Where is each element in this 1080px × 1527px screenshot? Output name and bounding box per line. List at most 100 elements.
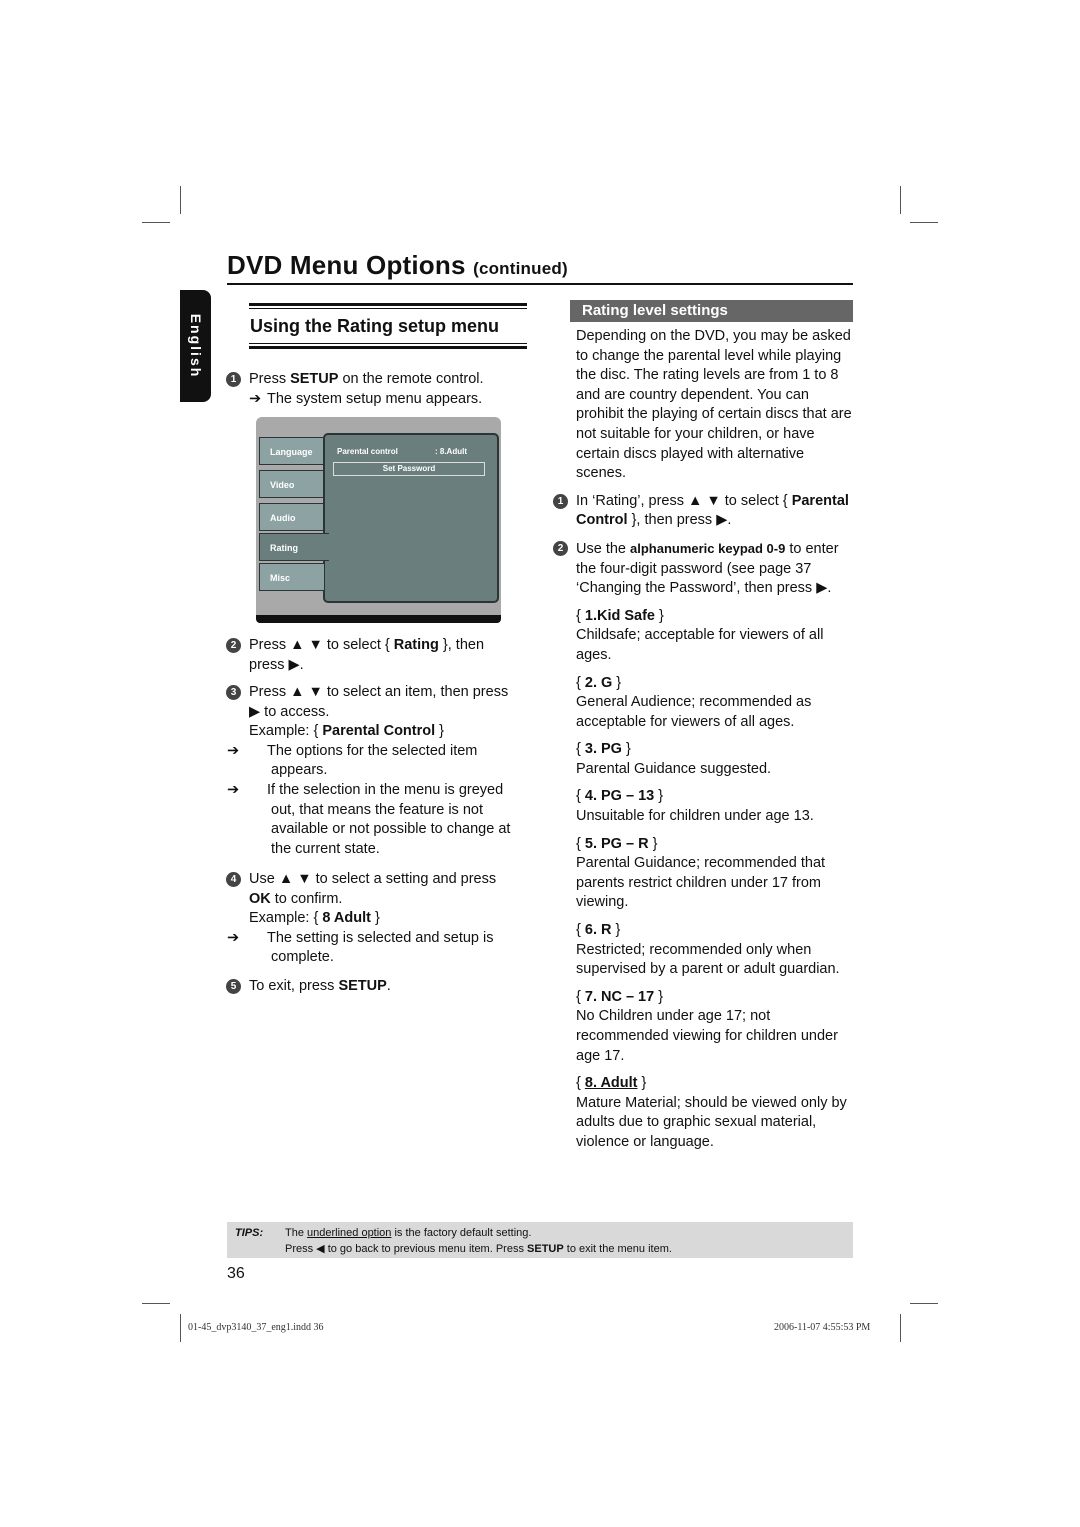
brace: { — [576, 988, 585, 1005]
step-text: Press SETUP on the remote control. — [249, 370, 484, 390]
menu-tab-rating: Rating — [259, 533, 329, 561]
brace: } — [611, 922, 621, 939]
section-header-rating-setup: Using the Rating setup menu — [249, 303, 527, 349]
brace: { — [576, 741, 585, 758]
crop-mark — [910, 1303, 938, 1304]
text: . — [386, 978, 391, 994]
step-1: 1 Press SETUP on the remote control. ➔ Th… — [226, 370, 484, 409]
rating-description: Restricted; recommended only when superv… — [576, 941, 840, 978]
crop-mark — [910, 222, 938, 223]
menu-tab-language: Language — [259, 437, 325, 465]
rating-label: { 4. PG – 13 } — [576, 787, 858, 807]
step-text: Press ▲ ▼ to select an item, then press — [249, 684, 509, 700]
arrow-right-icon: ➔ — [249, 390, 262, 407]
right-step-1: 1 In ‘Rating’, press ▲ ▼ to select { Par… — [553, 492, 858, 531]
rating-description: Parental Guidance suggested. — [576, 760, 772, 777]
step-number-icon: 4 — [226, 872, 241, 887]
step-result: ➔ If the selection in the menu is greyed … — [227, 781, 529, 859]
step-number-icon: 2 — [226, 638, 241, 653]
step-example: Example: { Parental Control } — [249, 722, 529, 742]
rating-description: Unsuitable for children under age 13. — [576, 808, 814, 825]
tips-line-1: The underlined option is the factory def… — [285, 1227, 531, 1239]
language-tab: English — [180, 290, 211, 402]
text: } — [435, 723, 445, 740]
rating-name: 4. PG – 13 — [584, 788, 655, 805]
brace: { — [576, 674, 585, 691]
rating-name: 1.Kid Safe — [584, 607, 655, 624]
rating-description: General Audience; recommended as accepta… — [576, 694, 812, 730]
rating-item: { 7. NC – 17 } No Children under age 17;… — [576, 988, 858, 1066]
text: on the remote control. — [338, 371, 484, 387]
intro-paragraph: Depending on the DVD, you may be asked t… — [576, 328, 852, 482]
section-title: Using the Rating setup menu — [250, 316, 500, 336]
crop-mark — [900, 1314, 901, 1342]
rating-item: { 5. PG – R } Parental Guidance; recomme… — [576, 835, 858, 913]
rating-item: { 2. G } General Audience; recommended a… — [576, 674, 858, 733]
step-text: To exit, press SETUP. — [249, 977, 391, 997]
key-name: SETUP — [338, 978, 387, 994]
menu-panel: Parental control : 8.Adult Set Password — [323, 433, 499, 603]
text: }, then press ▶. — [627, 512, 732, 529]
brace: } — [654, 607, 664, 624]
menu-tab-audio: Audio — [259, 503, 325, 531]
rating-label: { 7. NC – 17 } — [576, 988, 858, 1008]
text: The setting is selected and setup is com… — [267, 929, 494, 966]
brace: } — [648, 835, 658, 852]
rating-name: 3. PG — [584, 741, 622, 758]
step-3: 3 Press ▲ ▼ to select an item, then pres… — [226, 683, 529, 859]
menu-tab-misc: Misc — [259, 563, 325, 591]
text: The options for the selected item appear… — [267, 742, 478, 779]
rating-item: { 3. PG } Parental Guidance suggested. — [576, 740, 858, 779]
brace: { — [576, 1075, 585, 1092]
crop-mark — [142, 222, 170, 223]
page-title-text: DVD Menu Options — [227, 250, 466, 280]
rating-name: 7. NC – 17 — [584, 988, 655, 1005]
rating-label: { 5. PG – R } — [576, 835, 858, 855]
set-password-button: Set Password — [333, 462, 485, 476]
menu-item-name: Rating — [393, 637, 439, 653]
setup-menu-screenshot: Language Video Audio Parental control : … — [256, 417, 501, 623]
crop-mark — [180, 186, 181, 214]
text: If the selection in the menu is greyed o… — [267, 781, 511, 857]
rating-item: { 6. R } Restricted; recommended only wh… — [576, 921, 858, 980]
example-value: Parental Control — [322, 723, 436, 740]
brace: { — [576, 922, 585, 939]
example-value: 8 Adult — [322, 910, 371, 927]
rating-name: 6. R — [584, 922, 612, 939]
rating-name: 5. PG – R — [584, 835, 649, 852]
brace: } — [654, 788, 664, 805]
text: Use the — [576, 540, 630, 557]
menu-tab-video: Video — [259, 470, 325, 498]
tips-line-2: Press ◀ to go back to previous menu item… — [285, 1242, 672, 1255]
footer-timestamp: 2006-11-07 4:55:53 PM — [774, 1322, 871, 1333]
footer-filename: 01-45_dvp3140_37_eng1.indd 36 — [188, 1322, 324, 1333]
tips-box: TIPS: The underlined option is the facto… — [227, 1222, 853, 1258]
crop-mark — [142, 1303, 170, 1304]
brace: } — [621, 741, 631, 758]
rating-label: { 8. Adult } — [576, 1074, 858, 1094]
right-column: Depending on the DVD, you may be asked t… — [553, 327, 858, 1153]
parental-control-value: : 8.Adult — [435, 447, 467, 456]
brace: { — [576, 835, 585, 852]
arrow-right-icon: ➔ — [227, 742, 240, 759]
text: Press — [249, 371, 291, 387]
arrow-right-icon: ➔ — [227, 781, 240, 798]
step-number-icon: 1 — [226, 372, 241, 387]
step-number-icon: 3 — [226, 685, 241, 700]
right-step-2: 2 Use the alphanumeric keypad 0-9 to ent… — [553, 539, 858, 599]
parental-control-label: Parental control — [337, 447, 398, 456]
rating-list: { 1.Kid Safe } Childsafe; acceptable for… — [576, 607, 858, 1153]
text: In ‘Rating’, press ▲ ▼ to select { — [576, 492, 792, 509]
underlined-text: underlined option — [307, 1227, 392, 1239]
rating-label: { 6. R } — [576, 921, 858, 941]
text: to exit the menu item. — [563, 1243, 672, 1255]
step-text: ▶ to access. — [249, 703, 330, 720]
rating-name: 2. G — [584, 674, 613, 691]
page-title: DVD Menu Options (continued) — [227, 250, 853, 285]
rating-level-settings-header: Rating level settings — [570, 300, 853, 322]
text: Example: { — [249, 910, 323, 927]
text: to confirm. — [270, 890, 343, 907]
rating-label: { 1.Kid Safe } — [576, 607, 858, 627]
step-result: ➔ The setting is selected and setup is co… — [227, 929, 529, 968]
rating-label: { 3. PG } — [576, 740, 858, 760]
